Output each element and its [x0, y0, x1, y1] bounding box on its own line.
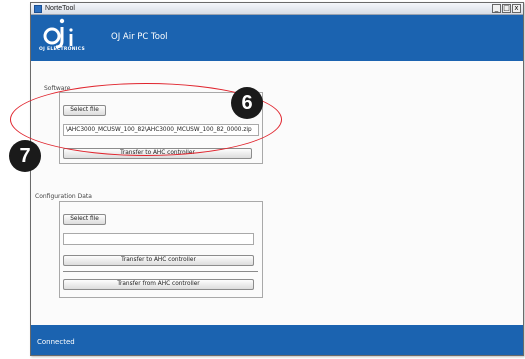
callout-badge-6: 6	[231, 87, 263, 119]
app-name: OJ Air PC Tool	[111, 32, 168, 42]
app-window: NorteTool _ □ x OJ ELECTRONICS OJ Air PC…	[30, 2, 524, 356]
maximize-button[interactable]: □	[502, 4, 511, 13]
callout-badge-7: 7	[9, 140, 41, 172]
configuration-transfer-to-controller-button[interactable]: Transfer to AHC controller	[63, 255, 254, 266]
connection-status: Connected	[37, 338, 75, 346]
app-icon	[34, 5, 42, 13]
configuration-file-path-field[interactable]	[63, 233, 254, 245]
configuration-select-file-button[interactable]: Select file	[63, 214, 106, 225]
window-controls: _ □ x	[492, 4, 521, 13]
title-bar: NorteTool _ □ x	[31, 3, 523, 15]
minimize-button[interactable]: _	[492, 4, 501, 13]
window-title: NorteTool	[45, 5, 75, 12]
app-header: OJ ELECTRONICS OJ Air PC Tool	[31, 15, 523, 61]
oj-logo-icon	[43, 18, 73, 49]
configuration-divider	[63, 271, 258, 272]
close-button[interactable]: x	[512, 4, 521, 13]
configuration-group-label: Configuration Data	[35, 193, 92, 200]
configuration-transfer-from-controller-button[interactable]: Transfer from AHC controller	[63, 279, 254, 290]
status-bar: Connected	[31, 325, 523, 355]
configuration-group: Select file Transfer to AHC controller T…	[59, 201, 263, 298]
logo-text: OJ ELECTRONICS	[39, 47, 86, 52]
